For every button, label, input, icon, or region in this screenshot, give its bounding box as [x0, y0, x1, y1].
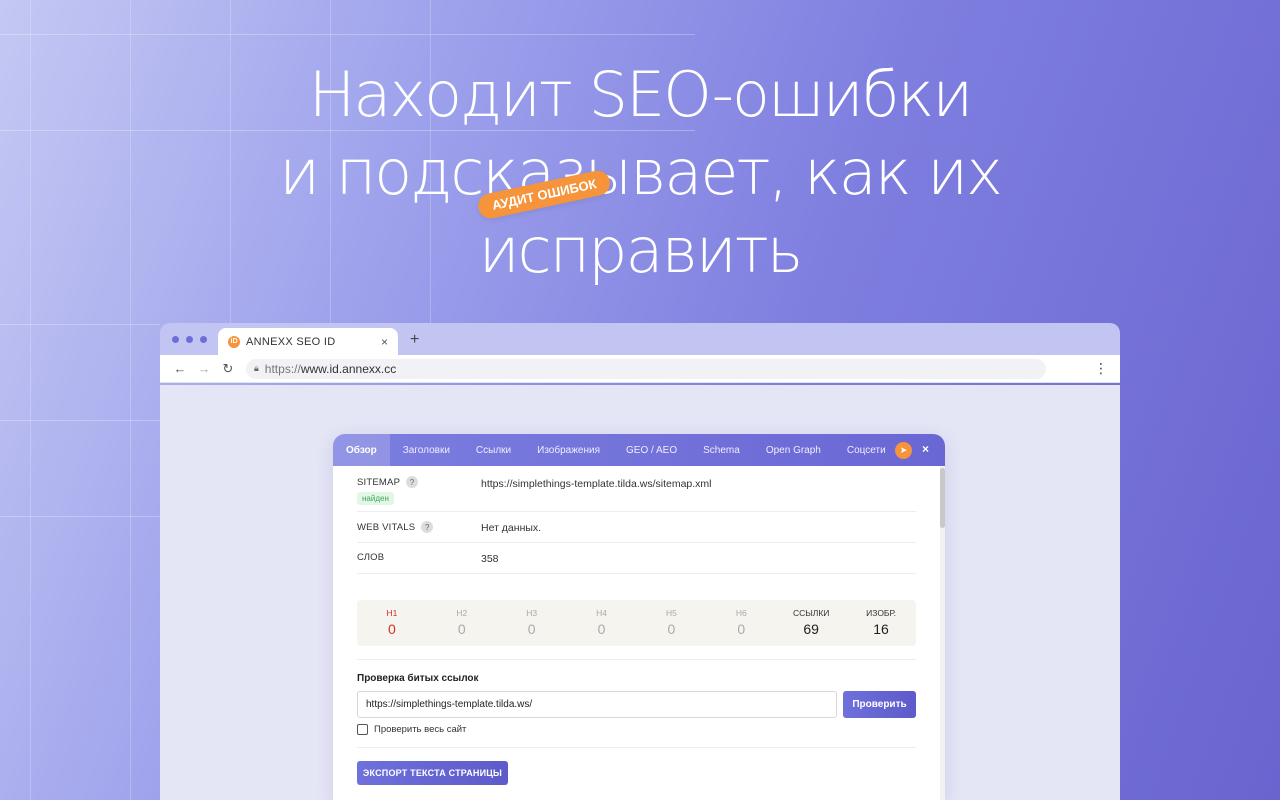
stat-h5: H5 0 — [666, 608, 677, 637]
words-row: СЛОВ 358 — [357, 543, 916, 574]
tab-title: ANNEXX SEO ID — [246, 335, 336, 348]
help-icon[interactable]: ? — [406, 476, 419, 488]
divider — [357, 747, 916, 748]
tab-schema[interactable]: Schema — [690, 434, 753, 466]
browser-tab[interactable]: iD ANNEXX SEO ID × — [218, 328, 398, 355]
words-value: 358 — [481, 553, 499, 565]
lock-icon: 🔒︎ — [254, 363, 259, 373]
window-dot-maximize[interactable] — [200, 336, 207, 343]
tab-overview[interactable]: Обзор — [333, 434, 390, 466]
web-vitals-label: WEB VITALS — [357, 521, 416, 533]
checkbox-icon[interactable] — [357, 724, 368, 735]
stat-h2: H2 0 — [456, 608, 468, 637]
divider — [357, 659, 916, 660]
url-input[interactable]: 🔒︎ https:// www.id.annexx.cc — [246, 358, 1046, 379]
whole-site-label: Проверить весь сайт — [374, 724, 467, 735]
hero-headline: Находит SEO-ошибки и подсказывает, как и… — [0, 56, 1280, 290]
popup-close-icon[interactable]: × — [922, 442, 929, 456]
stat-images: ИЗОБР. 16 — [866, 608, 896, 637]
browser-tabbar: iD ANNEXX SEO ID × + — [160, 323, 1120, 355]
page-viewport: Обзор Заголовки Ссылки Изображения GEO /… — [160, 385, 1120, 800]
whole-site-checkbox[interactable]: Проверить весь сайт — [357, 724, 466, 735]
browser-window: iD ANNEXX SEO ID × + ← → ↻ 🔒︎ https:// w… — [160, 323, 1120, 800]
stat-h6: H6 0 — [735, 608, 747, 637]
hero-line-1: Находит SEO-ошибки — [308, 58, 973, 131]
broken-links-title: Проверка битых ссылок — [357, 673, 479, 684]
url-scheme: https:// — [264, 361, 301, 376]
heading-stats: H1 0 H2 0 H3 0 H4 0 H5 0 H6 0 ССЫЛКИ 69 … — [357, 600, 916, 646]
tab-close-icon[interactable]: × — [381, 335, 388, 349]
favicon-icon: iD — [228, 335, 240, 348]
hero-line-3: исправить — [478, 214, 804, 287]
tab-images[interactable]: Изображения — [524, 434, 613, 466]
tab-geo-aeo[interactable]: GEO / AEO — [613, 434, 690, 466]
export-text-button[interactable]: ЭКСПОРТ ТЕКСТА СТРАНИЦЫ — [357, 761, 508, 785]
url-host: www.id.annexx.cc — [300, 361, 397, 376]
back-arrow-icon[interactable]: ← — [168, 361, 192, 376]
extension-popup: Обзор Заголовки Ссылки Изображения GEO /… — [333, 434, 945, 800]
check-button[interactable]: Проверить — [843, 691, 916, 718]
address-bar: ← → ↻ 🔒︎ https:// www.id.annexx.cc ⋮ — [160, 355, 1120, 383]
popup-scrollbar[interactable] — [940, 466, 945, 800]
sitemap-row: SITEMAP ? найден https://simplethings-te… — [357, 466, 916, 512]
window-dot-close[interactable] — [172, 336, 179, 343]
words-label: СЛОВ — [357, 552, 385, 563]
tab-open-graph[interactable]: Open Graph — [753, 434, 834, 466]
window-dot-minimize[interactable] — [186, 336, 193, 343]
scrollbar-thumb[interactable] — [940, 468, 945, 528]
forward-arrow-icon[interactable]: → — [192, 361, 216, 376]
hero-line-2: и подсказывает, как их — [279, 136, 1003, 209]
new-tab-button[interactable]: + — [410, 331, 419, 349]
web-vitals-value: Нет данных. — [481, 522, 542, 534]
sitemap-url: https://simplethings-template.tilda.ws/s… — [481, 478, 712, 490]
popup-tab-bar: Обзор Заголовки Ссылки Изображения GEO /… — [333, 434, 945, 466]
stat-h3: H3 0 — [526, 608, 538, 637]
reload-icon[interactable]: ↻ — [216, 361, 240, 377]
broken-links-url-input[interactable] — [357, 691, 837, 718]
stat-h1: H1 0 — [386, 608, 398, 637]
telegram-icon[interactable]: ➤ — [895, 442, 912, 459]
sitemap-label: SITEMAP — [357, 476, 401, 488]
status-badge: найден — [357, 492, 394, 505]
popup-body: SITEMAP ? найден https://simplethings-te… — [357, 466, 916, 785]
browser-menu-icon[interactable]: ⋮ — [1094, 360, 1112, 377]
tab-socials[interactable]: Соцсети — [834, 434, 899, 466]
help-icon[interactable]: ? — [421, 521, 434, 533]
stat-links: ССЫЛКИ 69 — [792, 608, 830, 637]
tab-headings[interactable]: Заголовки — [390, 434, 463, 466]
stat-h4: H4 0 — [596, 608, 607, 637]
tab-links[interactable]: Ссылки — [463, 434, 524, 466]
web-vitals-row: WEB VITALS ? Нет данных. — [357, 512, 916, 543]
